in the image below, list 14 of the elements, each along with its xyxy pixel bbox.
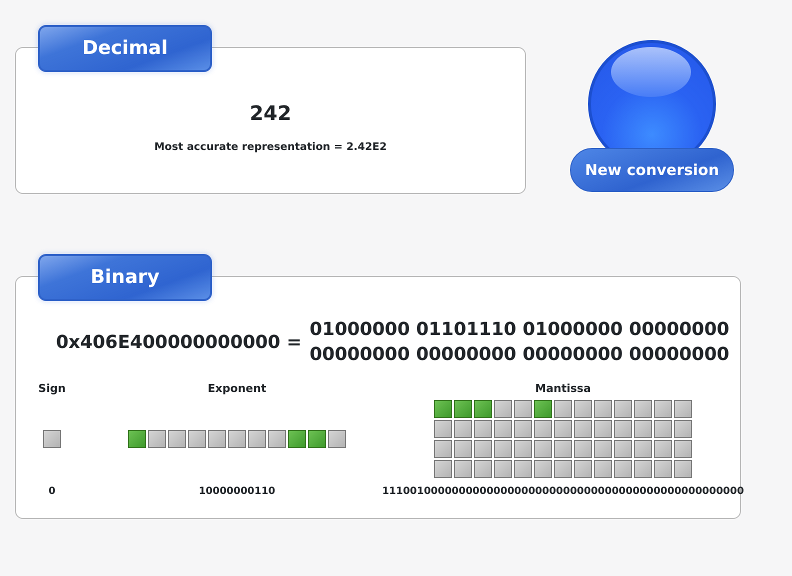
field-label: Exponent	[208, 381, 266, 397]
decimal-tab-header: Decimal	[38, 25, 212, 72]
binary-line: 01000000 01101110 01000000 00000000	[310, 318, 730, 342]
field-value: 10000000110	[198, 484, 276, 498]
binary-line: 00000000 00000000 00000000 00000000	[310, 343, 730, 367]
field-value: 0	[48, 484, 56, 498]
binary-tab-header: Binary	[38, 254, 212, 301]
field-label: Mantissa	[535, 381, 591, 397]
field-value: 1110010000000000000000000000000000000000000000000000	[382, 484, 744, 498]
decimal-value: 242	[248, 100, 292, 127]
new-conversion-button[interactable]: New conversion	[570, 148, 734, 192]
hex-value: 0x406E400000000000 =	[56, 330, 302, 354]
representation-text: Most accurate representation = 2.42E2	[153, 140, 388, 155]
field-label: Sign	[38, 381, 66, 397]
